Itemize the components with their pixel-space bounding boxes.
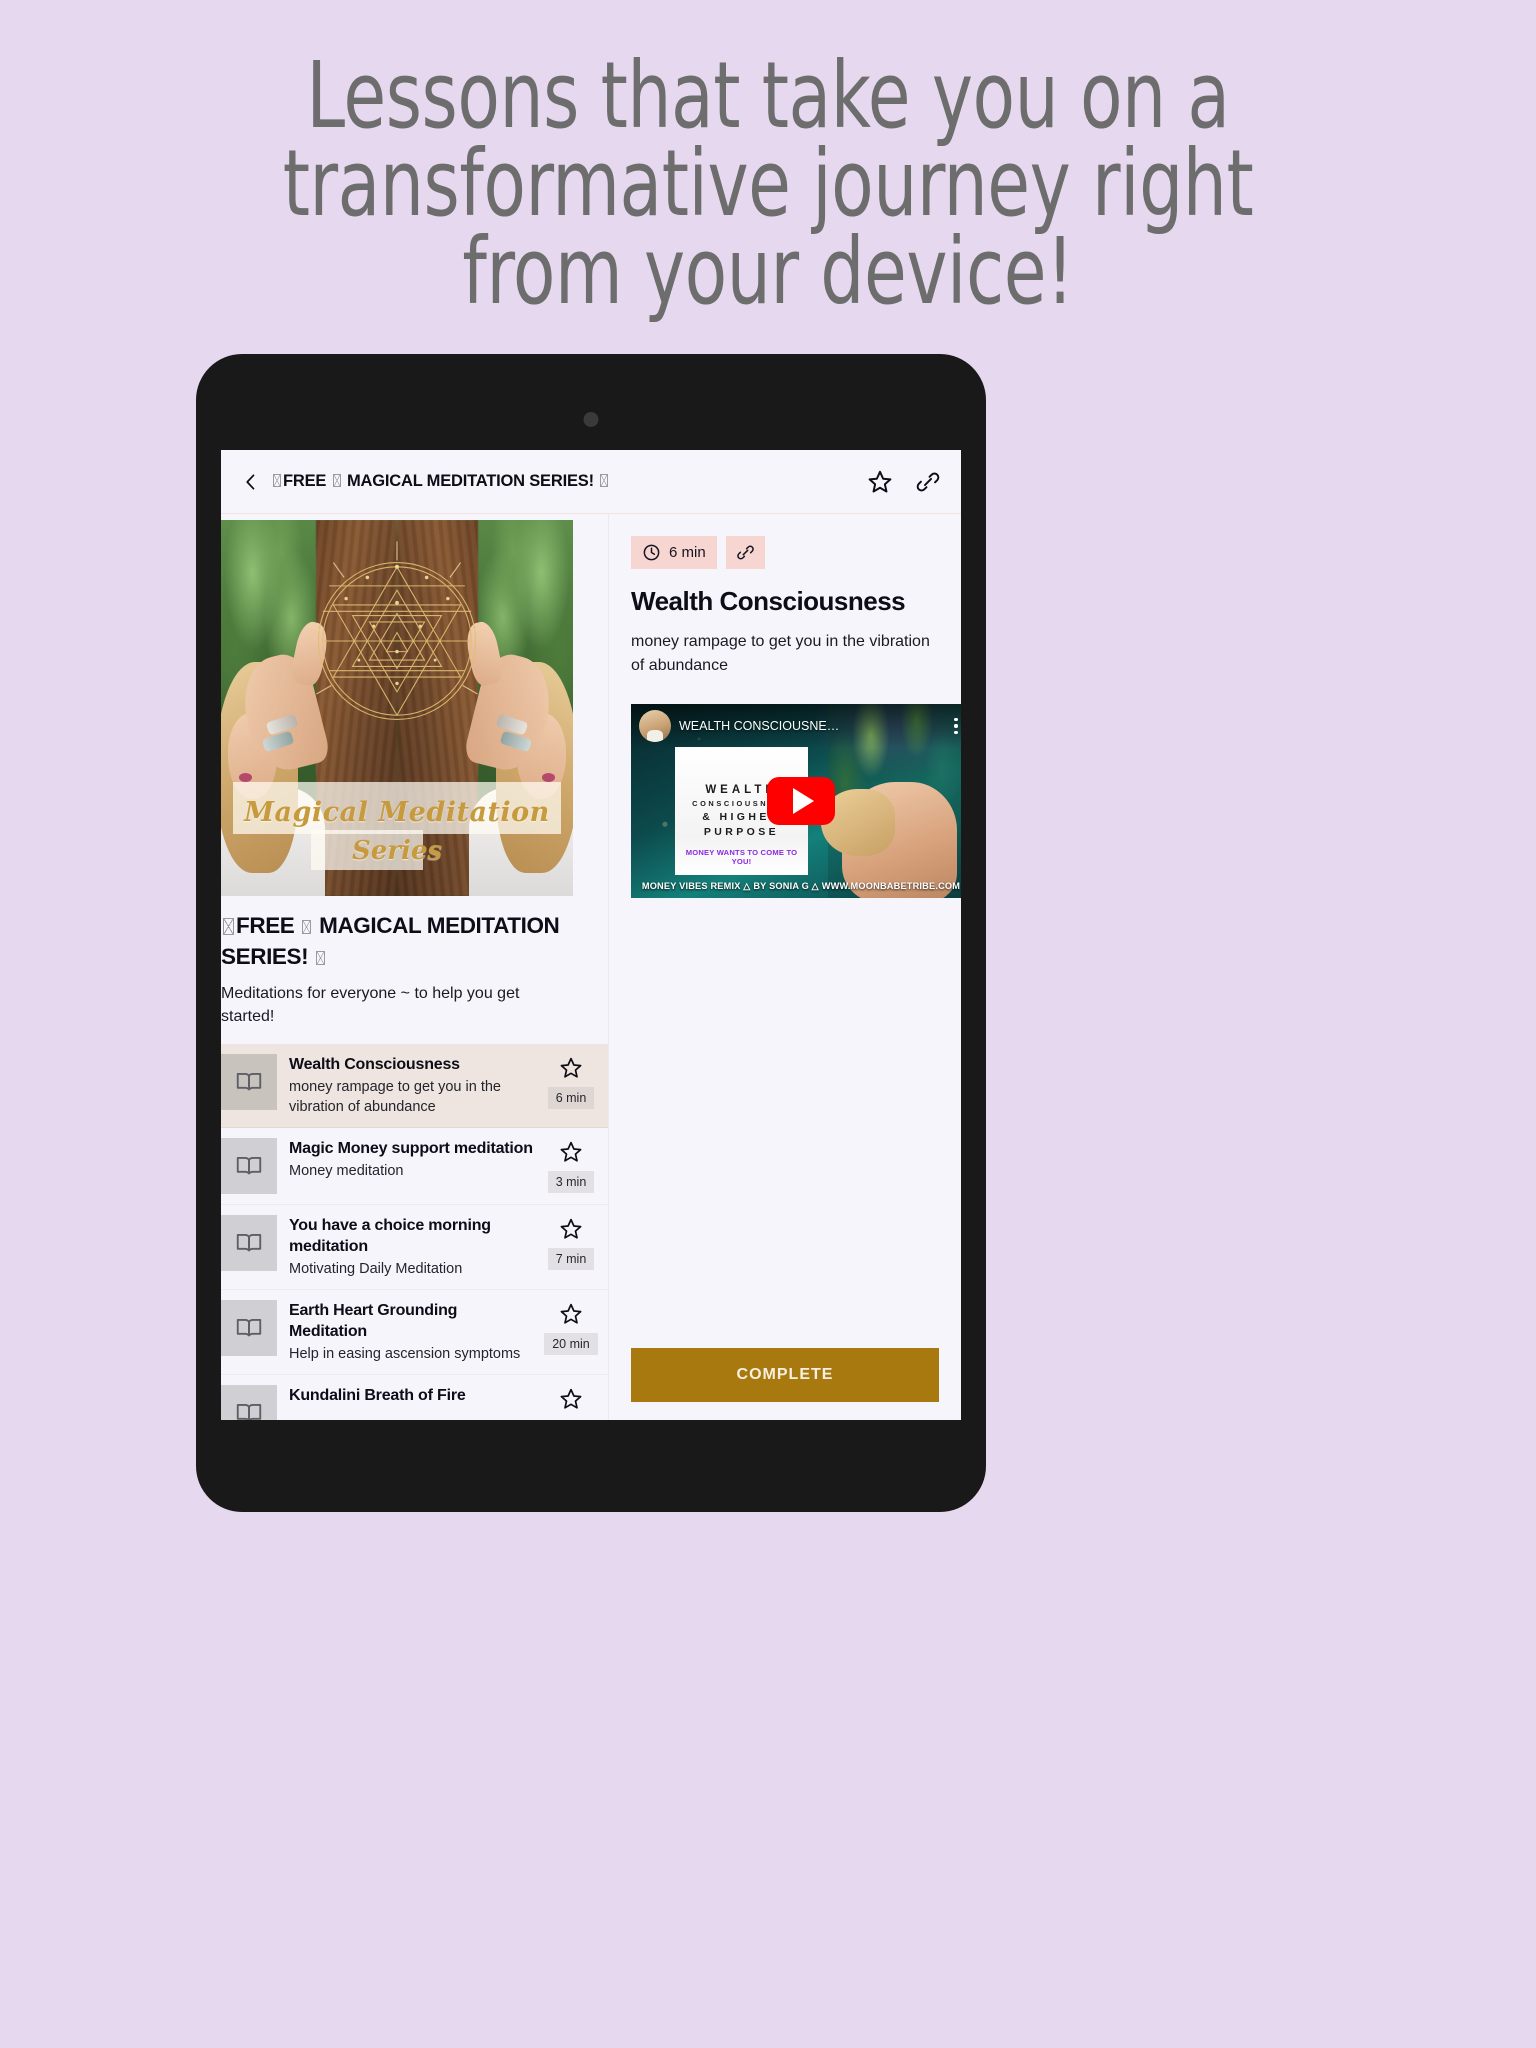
star-outline-icon[interactable] bbox=[559, 1217, 583, 1241]
duration-chip: 20 min bbox=[544, 1333, 598, 1355]
lesson-text: You have a choice morning meditation Mot… bbox=[289, 1215, 541, 1279]
book-icon bbox=[221, 1385, 277, 1420]
star-outline-icon[interactable] bbox=[559, 1056, 583, 1080]
headline-line-3: from your device! bbox=[462, 218, 1074, 325]
lesson-detail-summary: money rampage to get you in the vibratio… bbox=[631, 633, 930, 674]
lesson-text: Magic Money support meditation Money med… bbox=[289, 1138, 541, 1181]
link-icon[interactable] bbox=[915, 469, 941, 495]
complete-button-wrap: COMPLETE bbox=[631, 1348, 939, 1402]
kebab-menu-icon[interactable] bbox=[949, 717, 961, 735]
star-outline-icon[interactable] bbox=[867, 469, 893, 495]
lesson-description: Help in easing ascension symptoms bbox=[289, 1346, 521, 1362]
book-glyph bbox=[236, 1156, 262, 1175]
lesson-title: Earth Heart Grounding Meditation bbox=[289, 1302, 458, 1340]
lesson-meta: 3 min bbox=[541, 1138, 601, 1193]
play-triangle bbox=[792, 788, 814, 814]
lesson-text: Wealth Consciousness money rampage to ge… bbox=[289, 1054, 541, 1117]
youtube-video-embed[interactable]: WEALTH CONSCIOUSNESS & HIGHER PURPOSE MO… bbox=[631, 704, 961, 898]
app-header: FREE MAGICAL MEDITATION SERIES! bbox=[221, 450, 961, 514]
book-glyph bbox=[236, 1233, 262, 1252]
lesson-title: Magic Money support meditation bbox=[289, 1140, 533, 1157]
lesson-detail-panel: 6 min Wealth Consciousness money rampage… bbox=[609, 514, 961, 1420]
book-icon bbox=[221, 1215, 277, 1271]
lesson-description: Money meditation bbox=[289, 1163, 404, 1179]
lesson-list-item-2[interactable]: You have a choice morning meditation Mot… bbox=[221, 1205, 608, 1290]
star-outline-icon[interactable] bbox=[559, 1302, 583, 1326]
header-title: FREE MAGICAL MEDITATION SERIES! bbox=[271, 472, 867, 491]
star-outline-icon[interactable] bbox=[559, 1387, 583, 1411]
book-glyph bbox=[236, 1403, 262, 1420]
sri-yantra-icon bbox=[305, 541, 489, 721]
lesson-list-item-4[interactable]: Kundalini Breath of Fire bbox=[221, 1375, 608, 1420]
lips-mirror bbox=[541, 772, 556, 782]
course-subtitle: Meditations for everyone ~ to help you g… bbox=[221, 985, 520, 1025]
promo-page: Lessons that take you on a transformativ… bbox=[0, 0, 1536, 2048]
lesson-list-item-0[interactable]: Wealth Consciousness money rampage to ge… bbox=[221, 1044, 608, 1128]
channel-avatar[interactable] bbox=[639, 710, 671, 742]
header-actions bbox=[867, 469, 941, 495]
youtube-play-icon[interactable] bbox=[767, 777, 835, 825]
book-icon bbox=[221, 1300, 277, 1356]
hero-script-line-2: Series bbox=[351, 836, 443, 866]
duration-text: 6 min bbox=[669, 544, 706, 561]
lesson-description: Motivating Daily Meditation bbox=[289, 1261, 463, 1277]
link-icon bbox=[736, 545, 754, 560]
book-glyph bbox=[236, 1072, 262, 1091]
page-title: Lessons that take you on a transformativ… bbox=[123, 42, 1413, 325]
duration-badge: 6 min bbox=[631, 536, 717, 569]
lesson-meta: 20 min bbox=[541, 1300, 601, 1355]
tablet-device: FREE MAGICAL MEDITATION SERIES! Magical … bbox=[196, 354, 986, 1512]
front-camera-icon bbox=[583, 412, 599, 427]
video-card-tagline: MONEY WANTS TO COME TO YOU! bbox=[685, 847, 798, 866]
video-footer-text: MONEY VIBES REMIX △ BY SONIA G △ WWW.MOO… bbox=[641, 881, 961, 891]
lesson-detail-title: Wealth Consciousness bbox=[631, 586, 906, 616]
lips bbox=[238, 772, 253, 782]
video-title[interactable]: WEALTH CONSCIOUSNE… bbox=[679, 719, 941, 733]
course-title: FREE MAGICAL MEDITATION SERIES! bbox=[221, 913, 560, 969]
share-link-badge[interactable] bbox=[725, 536, 765, 569]
lesson-title: You have a choice morning meditation bbox=[289, 1217, 491, 1255]
lesson-title: Kundalini Breath of Fire bbox=[289, 1387, 466, 1404]
headline-line-2: transformative journey right bbox=[282, 130, 1254, 237]
lesson-list-item-1[interactable]: Magic Money support meditation Money med… bbox=[221, 1128, 608, 1205]
headline-line-1: Lessons that take you on a bbox=[306, 42, 1230, 149]
video-top-bar: WEALTH CONSCIOUSNE… bbox=[631, 704, 961, 748]
star-outline-icon[interactable] bbox=[559, 1140, 583, 1164]
lesson-meta: 7 min bbox=[541, 1215, 601, 1270]
lesson-meta bbox=[541, 1385, 601, 1411]
course-hero-image: Magical Meditation Series bbox=[221, 520, 573, 896]
lesson-title: Wealth Consciousness bbox=[289, 1056, 460, 1073]
back-button[interactable] bbox=[241, 472, 261, 492]
clock-icon bbox=[643, 544, 660, 561]
book-icon bbox=[221, 1054, 277, 1110]
book-glyph bbox=[236, 1318, 262, 1337]
chevron-left-icon bbox=[246, 473, 255, 490]
complete-button[interactable]: COMPLETE bbox=[631, 1348, 939, 1402]
duration-chip: 6 min bbox=[547, 1087, 595, 1109]
hero-script-line-1: Magical Meditation bbox=[244, 797, 550, 828]
course-sidebar[interactable]: Magical Meditation Series FREE MAGICAL M… bbox=[221, 514, 609, 1420]
book-icon bbox=[221, 1138, 277, 1194]
device-screen: FREE MAGICAL MEDITATION SERIES! Magical … bbox=[221, 450, 961, 1420]
detail-badges: 6 min bbox=[631, 536, 939, 569]
content-area: Magical Meditation Series FREE MAGICAL M… bbox=[221, 514, 961, 1420]
duration-chip: 3 min bbox=[547, 1171, 595, 1193]
video-card-line-4: PURPOSE bbox=[703, 825, 780, 838]
duration-chip: 7 min bbox=[547, 1248, 595, 1270]
lesson-description: money rampage to get you in the vibratio… bbox=[289, 1079, 501, 1115]
lesson-text: Kundalini Breath of Fire bbox=[289, 1385, 541, 1406]
lesson-text: Earth Heart Grounding Meditation Help in… bbox=[289, 1300, 541, 1364]
lesson-list-item-3[interactable]: Earth Heart Grounding Meditation Help in… bbox=[221, 1290, 608, 1375]
lesson-list: Wealth Consciousness money rampage to ge… bbox=[221, 1044, 608, 1420]
lesson-meta: 6 min bbox=[541, 1054, 601, 1109]
